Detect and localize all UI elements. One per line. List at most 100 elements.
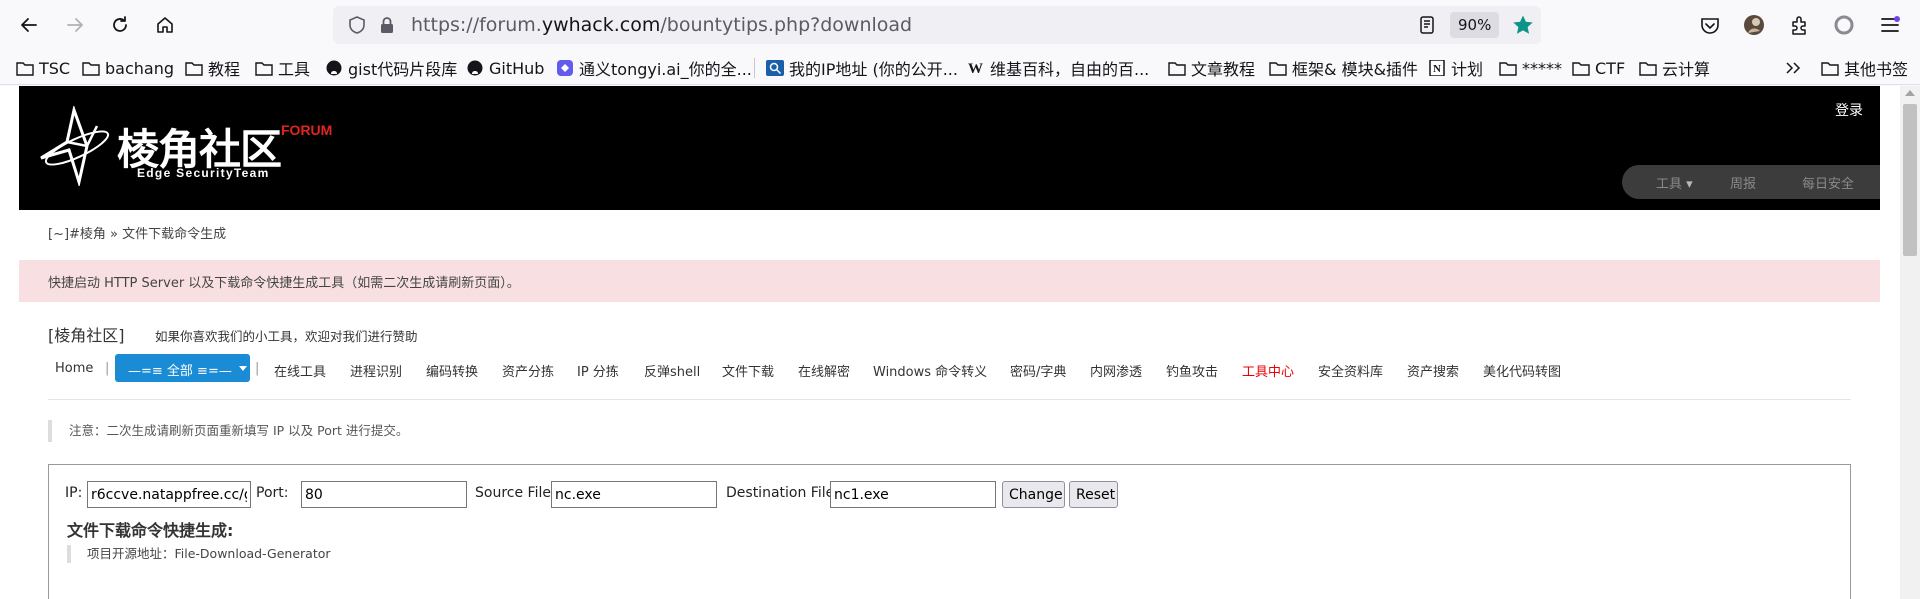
generator-panel: IP: Port: Source File: Destination File:…: [48, 464, 1851, 599]
menu-phishing[interactable]: 钓鱼攻击: [1166, 361, 1218, 380]
site-logo[interactable]: 棱角社区 FORUM Edge SecurityTeam: [39, 106, 332, 196]
topnav-weekly[interactable]: 周报: [1730, 173, 1756, 192]
puzzle-icon: [1792, 16, 1806, 35]
topnav-tools[interactable]: 工具 ▾: [1656, 173, 1693, 192]
source-file-input[interactable]: [551, 481, 717, 508]
ip-search-icon: [766, 60, 784, 76]
bookmark-label: 教程: [208, 60, 241, 79]
bookmark-tsc[interactable]: TSC: [16, 57, 70, 79]
bookmark-wikipedia[interactable]: W 维基百科，自由的百...: [967, 57, 1149, 79]
bookmark-myip[interactable]: 我的IP地址 (你的公开...: [766, 57, 958, 79]
bookmark-separator: [754, 58, 755, 78]
menu-reverse-shell[interactable]: 反弹shell: [644, 361, 700, 380]
url-domain: ywhack.com: [541, 14, 661, 36]
bookmark-label: gist代码片段库: [348, 60, 458, 79]
tracking-shield-icon[interactable]: [347, 15, 367, 35]
bookmark-tutorial[interactable]: 教程: [185, 57, 240, 79]
port-input[interactable]: [301, 481, 467, 508]
topnav-daily-security[interactable]: 每日安全: [1802, 173, 1854, 192]
menu-windows-escape[interactable]: Windows 命令转义: [873, 361, 987, 380]
bookmark-stars[interactable]: *****: [1499, 57, 1562, 79]
pocket-icon: [1701, 18, 1719, 34]
extension-circle-button[interactable]: [1831, 12, 1857, 38]
reload-icon: [113, 16, 127, 32]
menu-asset-search[interactable]: 资产搜索: [1407, 361, 1459, 380]
menu-home[interactable]: Home: [55, 361, 93, 376]
bookmark-cloud[interactable]: 云计算: [1639, 57, 1710, 79]
menu-tool-center[interactable]: 工具中心: [1242, 361, 1294, 380]
destination-file-input[interactable]: [830, 481, 996, 508]
bookmark-label: 云计算: [1662, 60, 1711, 79]
home-icon: [157, 17, 173, 33]
menu-ip-sort[interactable]: IP 分拣: [577, 361, 619, 380]
menu-security-library[interactable]: 安全资料库: [1318, 361, 1383, 380]
folder-icon: [1572, 62, 1590, 76]
menu-code-to-image[interactable]: 美化代码转图: [1483, 361, 1561, 380]
bookmark-label: CTF: [1595, 58, 1626, 78]
bookmark-frameworks[interactable]: 框架& 模块&插件: [1269, 57, 1418, 79]
menu-process-id[interactable]: 进程识别: [350, 361, 402, 380]
menu-decrypt[interactable]: 在线解密: [798, 361, 850, 380]
bookmark-articles[interactable]: 文章教程: [1168, 57, 1255, 79]
scrollbar-thumb[interactable]: [1903, 104, 1917, 256]
forward-button[interactable]: [60, 10, 90, 40]
edge-star-logo-icon: [40, 106, 110, 186]
back-button[interactable]: [14, 10, 44, 40]
site-name[interactable]: [棱角社区]: [48, 322, 125, 346]
bookmark-label: 其他书签: [1844, 60, 1909, 79]
logo-forum-text: FORUM: [281, 122, 333, 138]
bookmark-star-icon[interactable]: [1511, 13, 1535, 37]
change-button[interactable]: Change: [1002, 481, 1065, 508]
folder-icon: [16, 62, 34, 76]
bookmark-github[interactable]: GitHub: [466, 57, 544, 79]
ring-icon: [1834, 15, 1854, 35]
chevron-double-right-icon: [1786, 62, 1801, 74]
bookmark-label: 我的IP地址 (你的公开...: [789, 60, 958, 79]
bookmark-label: 通义tongyi.ai_你的全...: [579, 60, 752, 79]
scroll-up-arrow-icon[interactable]: [1905, 90, 1915, 96]
topnav-tools-label: 工具: [1656, 177, 1683, 192]
home-button[interactable]: [150, 10, 180, 40]
lock-icon[interactable]: [377, 15, 397, 35]
menu-file-download[interactable]: 文件下载: [722, 361, 774, 380]
page-scrollbar[interactable]: [1900, 86, 1920, 599]
menu-password-dict[interactable]: 密码/字典: [1010, 361, 1066, 380]
zoom-level[interactable]: 90%: [1450, 12, 1500, 38]
hamburger-menu-icon: [1881, 16, 1900, 32]
divider: [48, 399, 1851, 400]
reader-view-icon[interactable]: [1417, 15, 1437, 35]
svg-text:N: N: [1433, 63, 1441, 75]
extensions-button[interactable]: [1786, 12, 1812, 38]
url-path: /bountytips.php?download: [660, 14, 913, 36]
reset-button[interactable]: Reset: [1069, 481, 1118, 508]
menu-encoding[interactable]: 编码转换: [426, 361, 478, 380]
ip-input[interactable]: [87, 481, 251, 508]
menu-intranet[interactable]: 内网渗透: [1090, 361, 1142, 380]
app-menu-button[interactable]: [1877, 12, 1903, 38]
bookmark-other[interactable]: 其他书签: [1821, 57, 1908, 79]
top-nav: 工具 ▾ 周报 每日安全: [1622, 165, 1880, 199]
bookmarks-overflow-button[interactable]: [1784, 57, 1802, 79]
account-avatar[interactable]: [1741, 12, 1767, 38]
url-bar[interactable]: https://forum.ywhack.com/bountytips.php?…: [333, 6, 1541, 44]
bookmark-tongyi[interactable]: 通义tongyi.ai_你的全...: [556, 57, 752, 79]
folder-icon: [185, 62, 203, 76]
reload-button[interactable]: [105, 10, 135, 40]
browser-toolbar: https://forum.ywhack.com/bountytips.php?…: [0, 0, 1920, 50]
menu-online-tools[interactable]: 在线工具: [274, 361, 326, 380]
bookmark-bachang[interactable]: bachang: [82, 57, 174, 79]
page-viewport: 棱角社区 FORUM Edge SecurityTeam 登录 工具 ▾ 周报 …: [0, 86, 1920, 599]
menu-all-dropdown[interactable]: —=≡ 全部 ≡=—: [115, 354, 250, 382]
source-repo-note[interactable]: 项目开源地址：File-Download-Generator: [67, 545, 331, 563]
folder-icon: [1269, 62, 1287, 76]
bookmark-plan[interactable]: N 计划: [1428, 57, 1483, 79]
folder-icon: [1168, 62, 1186, 76]
bookmark-gist[interactable]: gist代码片段库: [325, 57, 457, 79]
menu-asset-sort[interactable]: 资产分拣: [502, 361, 554, 380]
url-text[interactable]: https://forum.ywhack.com/bountytips.php?…: [411, 14, 912, 36]
bookmark-tools[interactable]: 工具: [255, 57, 310, 79]
pocket-button[interactable]: [1697, 12, 1723, 38]
breadcrumb[interactable]: [~]#棱角 » 文件下载命令生成: [48, 223, 226, 242]
login-link[interactable]: 登录: [1835, 100, 1863, 120]
bookmark-ctf[interactable]: CTF: [1572, 57, 1625, 79]
